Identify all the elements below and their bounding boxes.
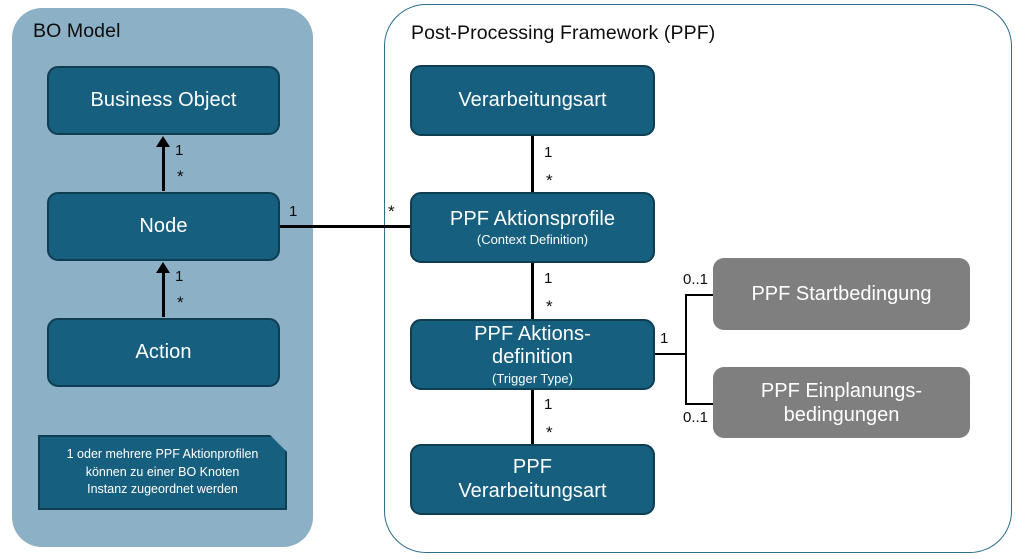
note-ppf-aktionsprofile: 1 oder mehrere PPF Aktionprofilen können… (38, 435, 287, 510)
connector-definition-to-startbedingung (685, 294, 715, 297)
arrowhead-action-to-node (156, 262, 170, 273)
box-ppf-aktionsdefinition-label-line2: definition (491, 346, 574, 369)
bo-model-title: BO Model (33, 20, 121, 42)
box-ppf-verarbeitungsart[interactable]: PPF Verarbeitungsart (410, 444, 655, 515)
box-verarbeitungsart[interactable]: Verarbeitungsart (410, 65, 655, 136)
multiplicity-verarbeitungsart-profile-bottom: * (546, 171, 553, 190)
box-node-label: Node (139, 214, 188, 237)
connector-node-to-ppf-aktionsprofile (280, 225, 412, 228)
multiplicity-definition-right: 1 (660, 330, 669, 347)
connector-aktionsprofile-to-aktionsdefinition (531, 263, 534, 319)
multiplicity-einplanungsbedingungen: 0..1 (683, 409, 709, 426)
connector-verarbeitungsart-to-aktionsprofile (531, 136, 534, 192)
box-verarbeitungsart-label: Verarbeitungsart (458, 88, 607, 111)
box-action[interactable]: Action (47, 318, 280, 387)
note-line-2: können zu einer BO Knoten (85, 464, 240, 479)
multiplicity-definition-verarbeitungsart-bottom: * (546, 423, 553, 442)
multiplicity-definition-verarbeitungsart-top: 1 (544, 396, 553, 413)
box-ppf-verarbeitungsart-label-line2: Verarbeitungsart (458, 479, 607, 502)
box-ppf-aktionsdefinition[interactable]: PPF Aktions- definition (Trigger Type) (410, 319, 655, 390)
box-ppf-aktionsprofile-label: PPF Aktionsprofile (449, 207, 616, 230)
box-ppf-aktionsprofile-sublabel: (Context Definition) (476, 232, 589, 248)
ppf-title: Post-Processing Framework (PPF) (411, 22, 716, 44)
multiplicity-startbedingung: 0..1 (683, 271, 709, 288)
connector-definition-to-einplanungsbedingungen (685, 403, 715, 406)
multiplicity-bo-node-top: 1 (175, 142, 184, 159)
box-ppf-aktionsdefinition-label-line1: PPF Aktions- (474, 323, 591, 346)
box-node[interactable]: Node (47, 192, 280, 261)
multiplicity-ppf-aktionsprofile-left: * (388, 202, 395, 221)
box-ppf-einplanungsbedingungen[interactable]: PPF Einplanungs- bedingungen (713, 367, 970, 438)
multiplicity-node-right: 1 (289, 203, 298, 220)
box-ppf-aktionsdefinition-sublabel: (Trigger Type) (492, 370, 573, 386)
diagram-canvas: BO Model Business Object 1 * Node 1 * Ac… (0, 0, 1015, 559)
arrowhead-node-to-business-object (156, 136, 170, 147)
box-action-label: Action (135, 340, 192, 363)
multiplicity-node-action-bottom: * (177, 293, 184, 312)
multiplicity-profile-definition-top: 1 (544, 270, 553, 287)
multiplicity-profile-definition-bottom: * (546, 297, 553, 316)
box-ppf-startbedingung[interactable]: PPF Startbedingung (713, 258, 970, 330)
connector-definition-branch-stem (655, 353, 687, 356)
box-ppf-einplanungsbedingungen-label-line1: PPF Einplanungs- (760, 379, 923, 402)
connector-aktionsdefinition-to-ppf-verarbeitungsart (531, 390, 534, 445)
box-ppf-startbedingung-label: PPF Startbedingung (751, 283, 932, 305)
box-ppf-aktionsprofile[interactable]: PPF Aktionsprofile (Context Definition) (410, 192, 655, 263)
multiplicity-node-action-top: 1 (175, 268, 184, 285)
note-line-1: 1 oder mehrere PPF Aktionprofilen (66, 446, 259, 461)
box-ppf-verarbeitungsart-label-line1: PPF (512, 456, 553, 479)
multiplicity-bo-node-bottom: * (177, 167, 184, 186)
box-business-object-label: Business Object (90, 88, 237, 111)
connector-action-to-node (162, 273, 165, 317)
box-ppf-einplanungsbedingungen-label-line2: bedingungen (783, 403, 900, 426)
connector-node-to-business-object (162, 147, 165, 191)
box-business-object[interactable]: Business Object (47, 66, 280, 135)
multiplicity-verarbeitungsart-profile-top: 1 (544, 144, 553, 161)
note-line-3: Instanz zugeordnet werden (87, 482, 238, 497)
connector-definition-branch-spine (685, 294, 688, 405)
